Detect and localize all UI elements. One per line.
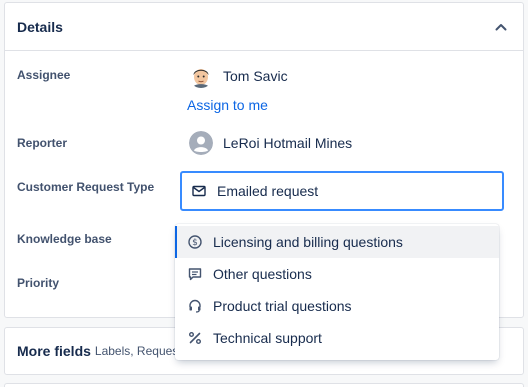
- reporter-value[interactable]: LeRoi Hotmail Mines: [189, 131, 352, 155]
- reporter-name: LeRoi Hotmail Mines: [223, 135, 353, 151]
- request-type-dropdown: $ Licensing and billing questions Other …: [175, 224, 499, 360]
- option-label: Technical support: [213, 330, 322, 346]
- email-icon: [191, 183, 207, 199]
- dollar-circle-icon: $: [187, 234, 203, 250]
- more-fields-title: More fields: [17, 343, 91, 359]
- headset-icon: [187, 298, 203, 314]
- knowledge-base-label: Knowledge base: [17, 232, 112, 246]
- request-type-value: Emailed request: [217, 183, 319, 199]
- option-technical-support[interactable]: Technical support: [175, 322, 499, 354]
- chevron-up-icon[interactable]: [491, 17, 511, 37]
- assignee-name: Tom Savic: [223, 68, 288, 84]
- tools-icon: [187, 330, 203, 346]
- avatar: [189, 64, 213, 88]
- option-licensing-billing[interactable]: $ Licensing and billing questions: [175, 226, 499, 258]
- details-header[interactable]: Details: [5, 3, 523, 51]
- details-title: Details: [17, 18, 63, 35]
- assign-to-me-link[interactable]: Assign to me: [187, 97, 268, 113]
- next-panel: [4, 383, 524, 387]
- more-fields-subtitle: Labels, Reques: [94, 344, 179, 358]
- customer-request-type-label: Customer Request Type: [17, 180, 155, 194]
- reporter-label: Reporter: [17, 136, 68, 150]
- svg-text:$: $: [192, 238, 198, 248]
- option-label: Other questions: [213, 266, 312, 282]
- priority-label: Priority: [17, 276, 60, 290]
- default-avatar-icon: [189, 131, 213, 155]
- option-other-questions[interactable]: Other questions: [175, 258, 499, 290]
- request-type-select[interactable]: Emailed request: [180, 171, 504, 211]
- assignee-value[interactable]: Tom Savic: [189, 64, 288, 88]
- option-label: Licensing and billing questions: [213, 234, 403, 250]
- comment-icon: [187, 266, 203, 282]
- assignee-label: Assignee: [17, 68, 71, 82]
- option-product-trial[interactable]: Product trial questions: [175, 290, 499, 322]
- option-label: Product trial questions: [213, 298, 352, 314]
